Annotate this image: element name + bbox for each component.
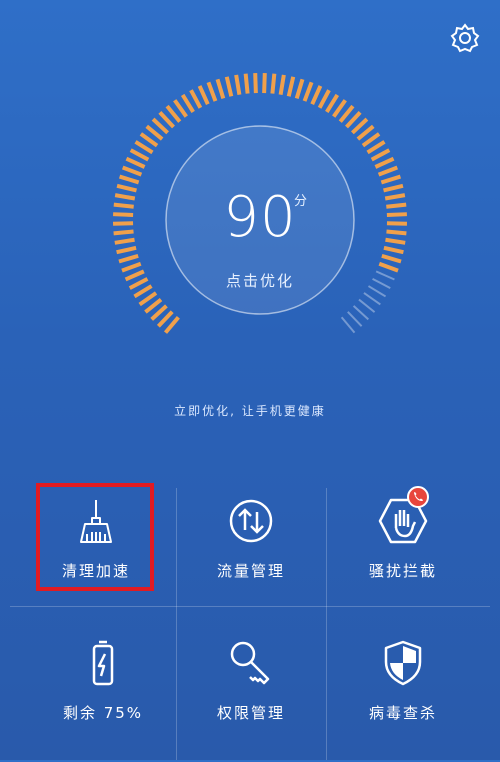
notification-badge bbox=[407, 486, 429, 508]
gauge-tick bbox=[340, 316, 356, 334]
phone-badge-icon bbox=[414, 492, 423, 501]
tool-label: 剩余 75% bbox=[62, 704, 144, 722]
gauge-tick bbox=[125, 156, 146, 169]
tool-label: 流量管理 bbox=[216, 562, 285, 580]
gauge-tick bbox=[262, 73, 267, 94]
gauge-tick bbox=[377, 165, 399, 177]
gauge-tick bbox=[118, 174, 140, 185]
gauge-tick bbox=[302, 81, 314, 102]
gauge-tick bbox=[361, 132, 381, 148]
gauge-tick bbox=[215, 78, 226, 99]
gauge-tick bbox=[173, 99, 188, 118]
shield-icon bbox=[378, 638, 428, 688]
tool-traffic[interactable]: 流量管理 bbox=[168, 480, 334, 620]
gauge-tick bbox=[294, 78, 305, 99]
gauge-tick bbox=[189, 89, 203, 109]
gauge-tick bbox=[381, 253, 402, 264]
gauge-tick bbox=[358, 298, 376, 313]
gauge-tick bbox=[118, 253, 139, 264]
gauge-tick bbox=[366, 140, 386, 155]
gauge-tick bbox=[138, 291, 158, 307]
gauge-tick bbox=[206, 81, 218, 102]
gauge-tick bbox=[352, 305, 369, 321]
gauge-tick bbox=[332, 99, 347, 118]
tool-battery[interactable]: 剩余 75% bbox=[20, 622, 186, 762]
gauge-tick bbox=[139, 132, 159, 148]
gauge-tick bbox=[253, 73, 258, 94]
gauge-tick bbox=[144, 298, 163, 314]
battery-icon bbox=[78, 638, 128, 688]
health-gauge[interactable]: 90 分 点击优化 bbox=[100, 60, 420, 380]
tool-label: 骚扰拦截 bbox=[368, 562, 437, 580]
gauge-tick bbox=[129, 148, 150, 162]
gauge-tick bbox=[278, 74, 286, 96]
gauge-tick bbox=[180, 93, 195, 114]
gauge-tick bbox=[243, 73, 250, 94]
gear-icon bbox=[450, 23, 480, 53]
data-traffic-icon bbox=[226, 496, 276, 546]
tool-harassment-block[interactable]: 骚扰拦截 bbox=[320, 480, 486, 620]
tool-permissions[interactable]: 权限管理 bbox=[168, 622, 334, 762]
gauge-tick bbox=[370, 148, 391, 162]
tool-virus-scan[interactable]: 病毒查杀 bbox=[320, 622, 486, 762]
gauge-tick bbox=[317, 89, 331, 109]
gauge-tick bbox=[286, 76, 296, 97]
optimize-button[interactable]: 点击优化 bbox=[100, 270, 420, 291]
gauge-tick bbox=[380, 174, 402, 185]
gauge-tick bbox=[347, 311, 363, 327]
health-score: 90 bbox=[223, 185, 297, 250]
gauge-tick bbox=[197, 85, 210, 106]
score-unit: 分 bbox=[294, 194, 308, 209]
tool-label: 权限管理 bbox=[216, 704, 285, 722]
gauge-tick bbox=[325, 93, 340, 114]
tool-label: 病毒查杀 bbox=[368, 704, 437, 722]
gauge-tick bbox=[224, 76, 234, 97]
gauge-tick bbox=[363, 292, 381, 306]
tagline: 立即优化, 让手机更健康 bbox=[174, 404, 326, 418]
highlight-box bbox=[36, 483, 154, 591]
gauge-tick bbox=[374, 156, 395, 169]
gauge-tick bbox=[234, 74, 242, 96]
gauge-tick bbox=[134, 140, 154, 155]
gauge-tick bbox=[270, 73, 277, 94]
settings-button[interactable] bbox=[447, 20, 483, 56]
key-icon bbox=[226, 638, 276, 688]
gauge-tick bbox=[121, 165, 143, 177]
gauge-tick bbox=[310, 85, 323, 106]
